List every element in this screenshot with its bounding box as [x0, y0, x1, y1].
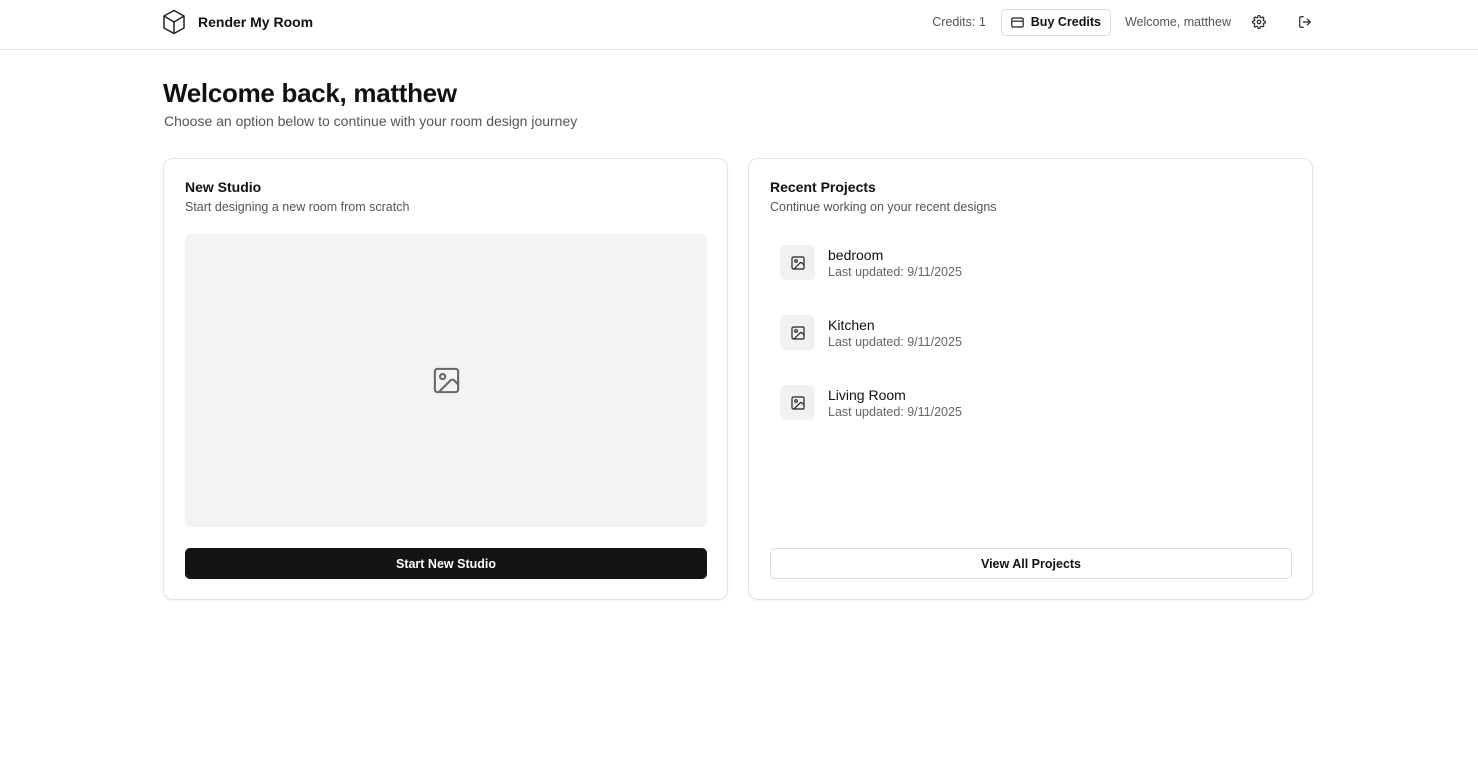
- welcome-user: Welcome, matthew: [1124, 15, 1231, 29]
- logout-icon[interactable]: [1297, 14, 1313, 30]
- image-icon: [780, 385, 815, 420]
- new-studio-card: New Studio Start designing a new room fr…: [163, 158, 728, 600]
- new-studio-description: Start designing a new room from scratch: [185, 200, 410, 214]
- project-item-kitchen[interactable]: Kitchen Last updated: 9/11/2025: [770, 315, 1292, 385]
- new-studio-title: New Studio: [185, 179, 262, 195]
- studio-preview: [185, 234, 707, 527]
- project-list: bedroom Last updated: 9/11/2025 Kitchen …: [770, 245, 1292, 455]
- start-new-studio-button[interactable]: Start New Studio: [185, 548, 707, 579]
- recent-projects-card: Recent Projects Continue working on your…: [748, 158, 1313, 600]
- project-name: Kitchen: [828, 317, 875, 333]
- project-item-living-room[interactable]: Living Room Last updated: 9/11/2025: [770, 385, 1292, 455]
- page-title: Welcome back, matthew: [163, 78, 457, 108]
- brand[interactable]: Render My Room: [162, 9, 313, 35]
- project-updated: Last updated: 9/11/2025: [828, 335, 962, 349]
- buy-credits-button[interactable]: Buy Credits: [1000, 8, 1111, 36]
- cube-icon: [162, 9, 186, 35]
- page-subtitle: Choose an option below to continue with …: [164, 113, 578, 129]
- recent-projects-title: Recent Projects: [770, 179, 876, 195]
- project-updated: Last updated: 9/11/2025: [828, 405, 962, 419]
- app-name: Render My Room: [198, 14, 314, 30]
- buy-credits-label: Buy Credits: [1030, 15, 1101, 29]
- recent-projects-description: Continue working on your recent designs: [770, 200, 997, 214]
- project-name: Living Room: [828, 387, 906, 403]
- credit-card-icon: [1010, 16, 1031, 28]
- credits-count: Credits: 1: [932, 15, 986, 29]
- project-item-bedroom[interactable]: bedroom Last updated: 9/11/2025: [770, 245, 1292, 315]
- nav-actions: Credits: 1 Buy Credits Welcome, matthew: [932, 8, 1313, 36]
- image-icon: [780, 315, 815, 350]
- view-all-projects-button[interactable]: View All Projects: [770, 548, 1292, 579]
- top-nav: Render My Room Credits: 1 Buy Credits We…: [0, 0, 1478, 50]
- project-updated: Last updated: 9/11/2025: [828, 265, 962, 279]
- project-name: bedroom: [828, 247, 884, 263]
- image-placeholder-icon: [431, 365, 462, 396]
- gear-icon[interactable]: [1251, 14, 1267, 30]
- image-icon: [780, 245, 815, 280]
